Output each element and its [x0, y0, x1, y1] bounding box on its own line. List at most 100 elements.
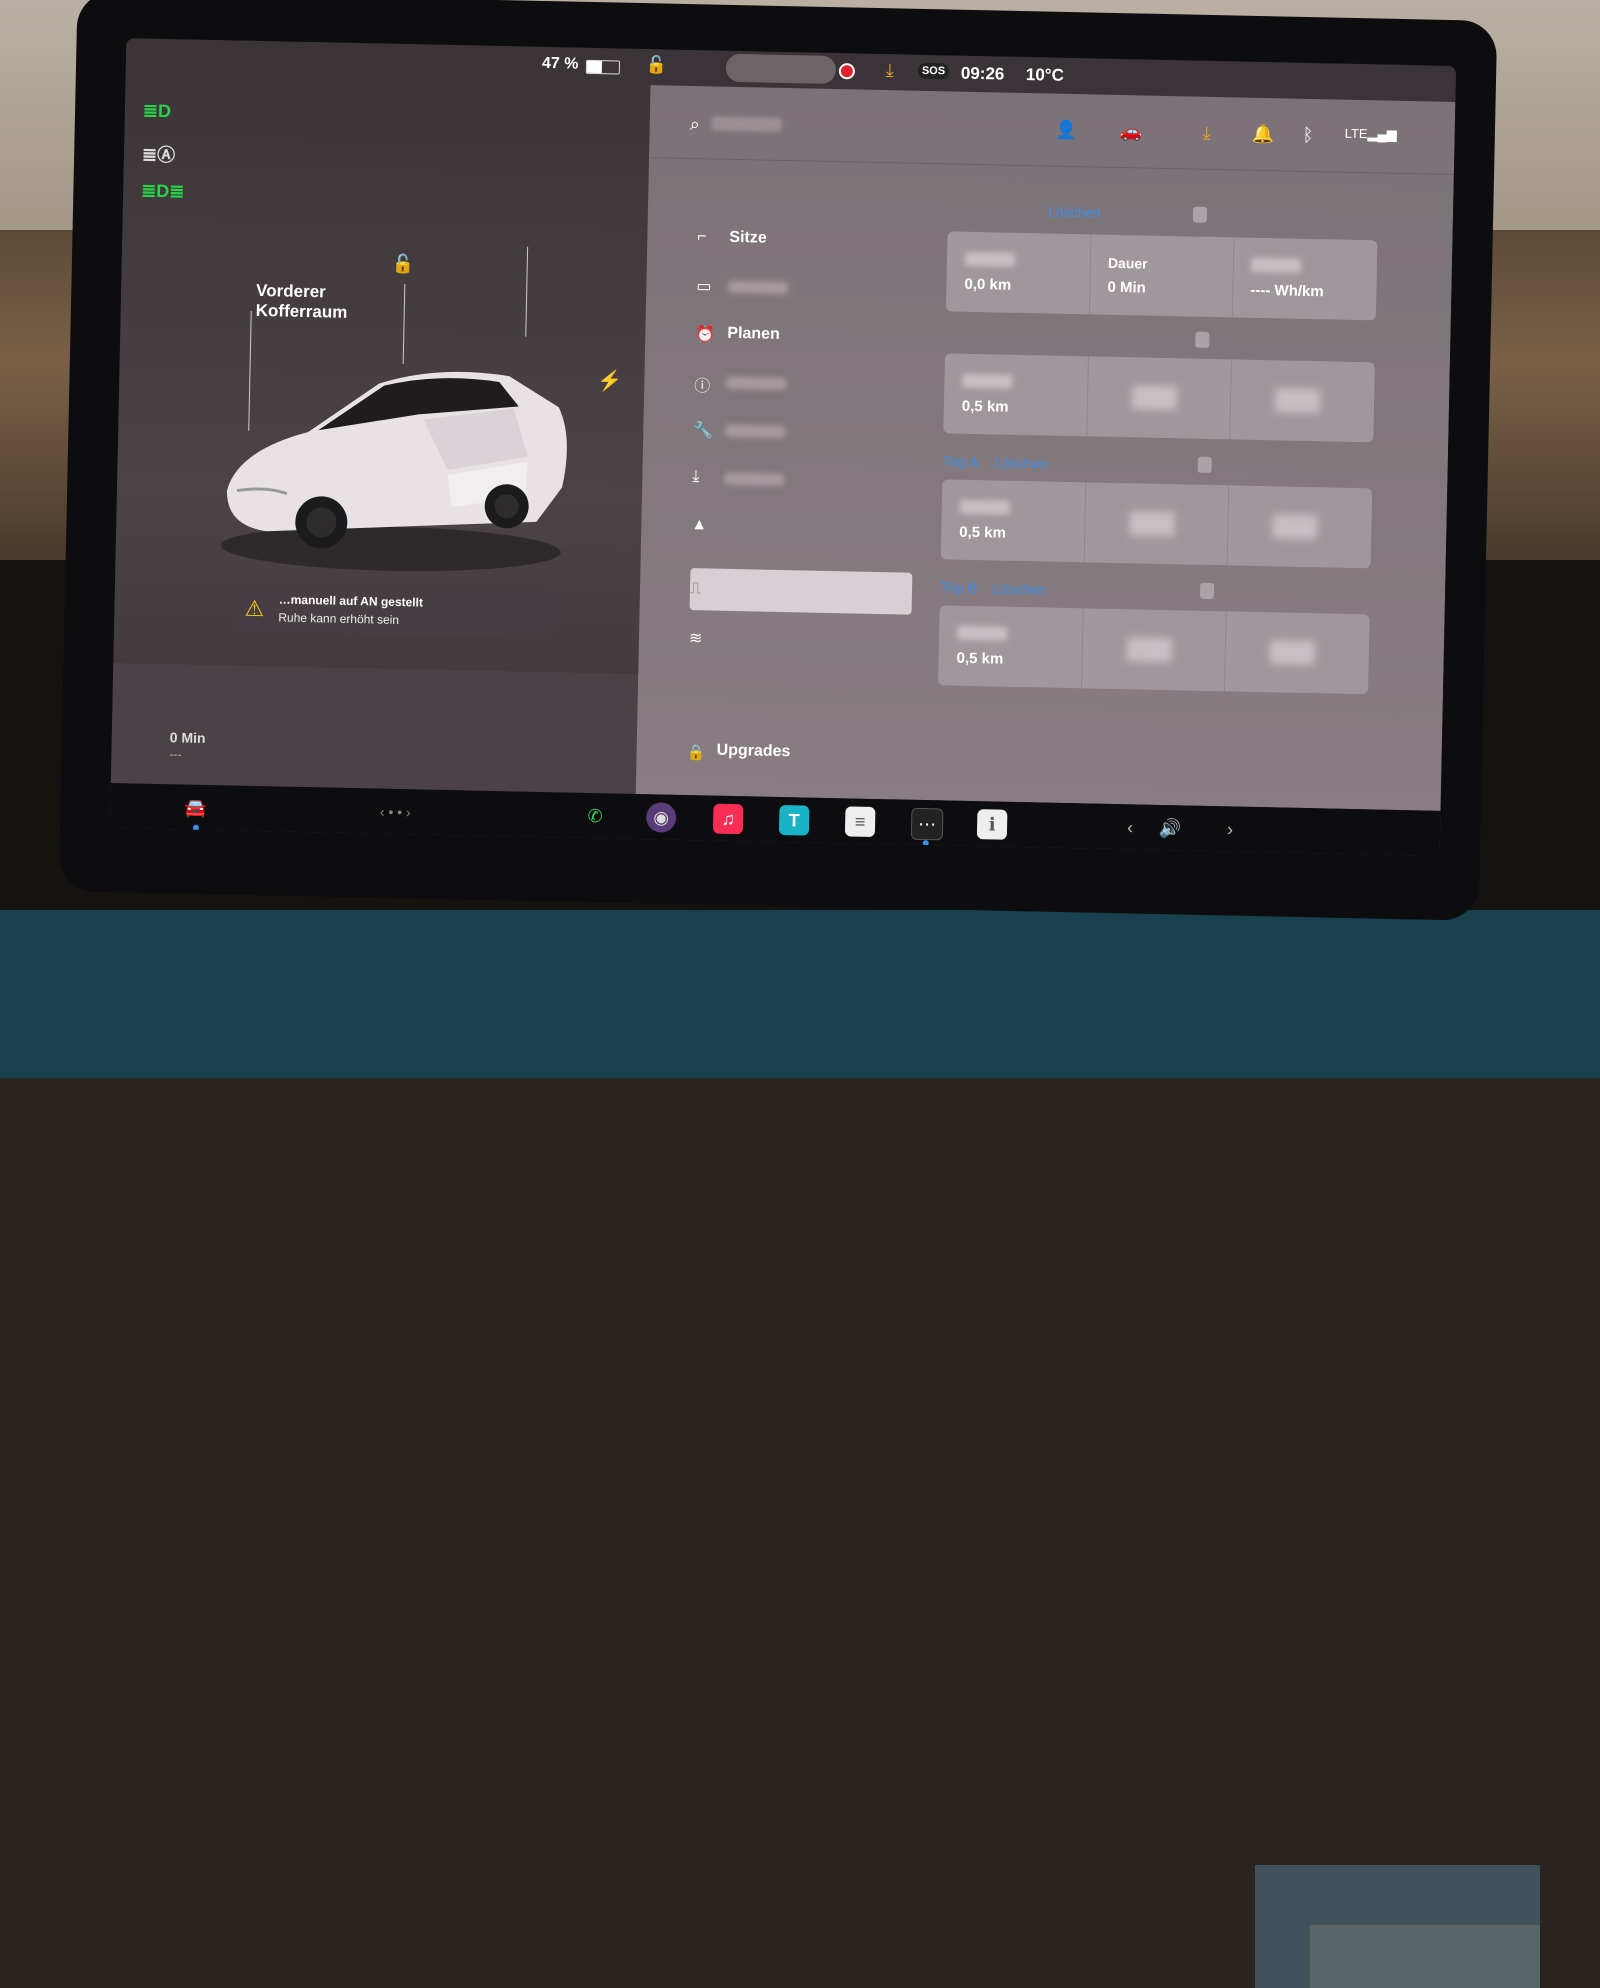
nav-item-display[interactable]: ▭: [686, 266, 927, 311]
cell-label-redacted: [1250, 257, 1302, 273]
callout-line: [525, 246, 529, 337]
distance-value: 0,0 km: [964, 275, 1012, 294]
lock-icon[interactable]: 🔓: [646, 55, 668, 75]
range-sub: ---: [169, 747, 182, 762]
nav-item-label-redacted: [726, 376, 787, 391]
nav-item-wifi[interactable]: ≋: [679, 618, 920, 663]
warning-line2: Ruhe kann erhöht sein: [278, 610, 400, 627]
chevron-right-icon[interactable]: ›: [1215, 814, 1246, 845]
sos-icon[interactable]: SOS: [917, 62, 950, 80]
cell-redacted: [1269, 640, 1316, 666]
lock-bag-icon: 🔒: [686, 744, 706, 762]
more-apps-icon[interactable]: ⋯: [910, 807, 944, 841]
duration-cell: Dauer 0 Min: [1088, 234, 1235, 318]
cell-label-redacted: [962, 373, 1013, 389]
auto-high-beam-icon[interactable]: ≣Ⓐ: [142, 141, 176, 166]
clock: 09:26: [960, 63, 1005, 84]
bottom-panel: [110, 663, 639, 794]
tesla-app-icon[interactable]: T: [778, 805, 810, 836]
info-icon[interactable]: ℹ: [976, 809, 1008, 840]
car-model-image: [220, 371, 567, 572]
clear-button[interactable]: Löschen: [993, 580, 1046, 597]
chevron-left-icon[interactable]: ‹: [1115, 812, 1146, 843]
trip-card: 0,5 km: [940, 479, 1373, 569]
clear-button[interactable]: Löschen: [994, 454, 1047, 471]
nav-item-label-redacted: [725, 424, 786, 439]
trip-b-title: Trip B: [939, 579, 978, 597]
nav-item-planen[interactable]: ⏰ Planen: [685, 314, 926, 359]
trip-b-header: Trip B Löschen: [940, 579, 1046, 597]
duration-cell: [1083, 482, 1230, 566]
distance-value: 0,5 km: [961, 397, 1009, 416]
phone-icon[interactable]: ✆: [580, 801, 611, 832]
distance-cell: 0,5 km: [943, 353, 1089, 437]
car-icon[interactable]: 🚘: [180, 792, 211, 823]
nav-item-service[interactable]: 🔧: [683, 410, 924, 455]
wrench-icon: 🔧: [693, 422, 714, 440]
nav-item-sitze[interactable]: ⌐ Sitze: [687, 218, 928, 263]
duration-value: 0 Min: [1107, 278, 1146, 297]
settings-header: ⌕ 👤 🚗 ⤓ 🔔 ᛒ LTE▂▄▆: [649, 85, 1456, 175]
nav-item-trips[interactable]: ⎍: [680, 570, 921, 615]
camera-icon[interactable]: ◉: [645, 802, 677, 833]
music-icon[interactable]: ♫: [712, 803, 744, 835]
distance-value: 0,5 km: [959, 523, 1007, 542]
clear-button[interactable]: Löschen: [1048, 203, 1101, 220]
nav-item-label-redacted: [724, 472, 785, 487]
toggle[interactable]: [1195, 331, 1210, 348]
bluetooth-icon[interactable]: ᛒ: [1302, 125, 1313, 146]
car-icon[interactable]: 🚗: [1119, 121, 1142, 142]
cell-redacted: [1272, 514, 1318, 540]
record-icon[interactable]: [838, 63, 856, 80]
cell-redacted: [1126, 637, 1173, 663]
volume-icon[interactable]: 🔊: [1155, 813, 1186, 844]
cell-label-redacted: [957, 625, 1008, 641]
trip-card: 0,0 km Dauer 0 Min ---- Wh/km: [945, 231, 1378, 321]
climate-controls[interactable]: ‹ • • ›: [340, 796, 451, 828]
notes-icon[interactable]: ≡: [844, 806, 876, 838]
download-icon[interactable]: ⤓: [1202, 123, 1210, 144]
download-icon[interactable]: ⤓: [886, 60, 894, 81]
nav-item-navigation[interactable]: ▲: [681, 506, 922, 551]
charge-port-icon[interactable]: ⚡: [597, 368, 622, 394]
wifi-icon: ≋: [688, 630, 703, 648]
nav-item-label: Sitze: [729, 228, 767, 247]
low-beam-icon[interactable]: ≣D: [143, 101, 177, 124]
settings-panel: ⌕ 👤 🚗 ⤓ 🔔 ᛒ LTE▂▄▆ ⌐ Sitze ▭ ⏰ Planen ⓘ: [635, 85, 1456, 811]
battery-icon: [585, 59, 621, 75]
toggle[interactable]: [1192, 206, 1208, 223]
background-teal: [0, 910, 1600, 1988]
warning-line1: …manuell auf AN gestellt: [278, 592, 424, 610]
efficiency-cell: [1229, 359, 1374, 442]
range-value: 0 Min: [169, 729, 206, 746]
frunk-label[interactable]: Vorderer Kofferraum: [256, 281, 348, 323]
nav-item-label-redacted: [728, 280, 789, 295]
blurred-block: [1310, 1925, 1540, 1988]
section-header: Löschen: [1048, 203, 1101, 220]
toggle[interactable]: [1199, 582, 1215, 600]
bell-icon[interactable]: 🔔: [1251, 124, 1274, 145]
download-icon: ⤓: [692, 468, 700, 486]
efficiency-cell: ---- Wh/km: [1232, 237, 1377, 320]
distance-cell: 0,5 km: [940, 479, 1087, 563]
battery-fill: [586, 60, 603, 74]
search-input[interactable]: [711, 116, 782, 132]
distance-value: 0,5 km: [956, 649, 1004, 668]
trip-a-title: Trip A: [942, 453, 979, 471]
safety-icon: ⓘ: [694, 378, 711, 396]
search-icon[interactable]: ⌕: [690, 114, 701, 135]
trip-card: 0,5 km: [938, 605, 1370, 695]
profile-pill[interactable]: [725, 53, 837, 85]
efficiency-cell: [1227, 485, 1372, 568]
nav-item-software[interactable]: ⤓: [682, 458, 923, 503]
nav-item-safety[interactable]: ⓘ: [684, 362, 925, 407]
fog-lights-icon[interactable]: ≣D≣: [141, 181, 185, 204]
distance-cell: 0,5 km: [938, 605, 1084, 689]
toggle[interactable]: [1197, 456, 1212, 473]
clock-icon: ⏰: [695, 326, 716, 344]
battery-percent: 47 %: [541, 54, 579, 73]
profile-icon[interactable]: 👤: [1054, 120, 1077, 141]
nav-item-upgrades[interactable]: Upgrades: [716, 742, 790, 762]
duration-label: Dauer: [1107, 254, 1148, 272]
unlock-icon[interactable]: 🔓: [392, 254, 415, 275]
